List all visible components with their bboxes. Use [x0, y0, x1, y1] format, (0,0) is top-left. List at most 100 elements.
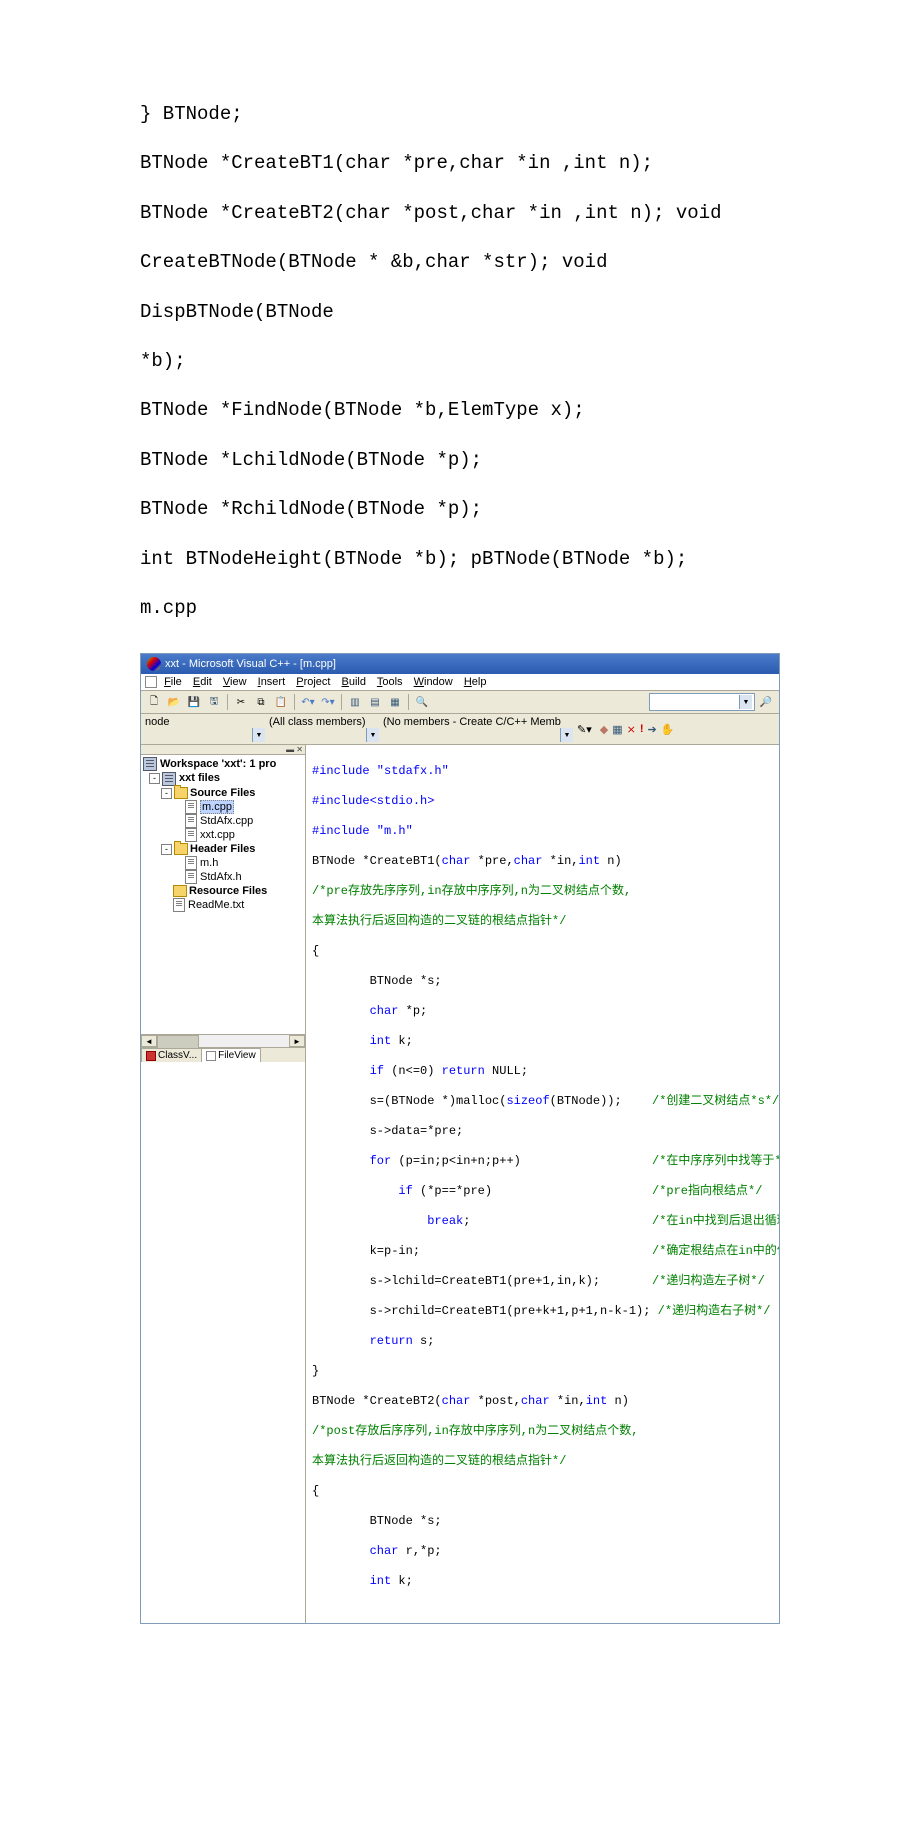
collapse-icon[interactable]: - [149, 773, 160, 784]
code-line: char *p; [312, 1004, 773, 1019]
source-label: Source Files [190, 787, 255, 799]
members-combo[interactable]: (All class members) ▼ [269, 716, 379, 742]
file-icon [185, 828, 197, 842]
horizontal-scrollbar[interactable]: ◄ ► [141, 1034, 305, 1047]
wand-icon[interactable]: ✎▾ [577, 723, 592, 736]
collapse-icon[interactable]: - [161, 788, 172, 799]
file-label: m.cpp [200, 800, 234, 814]
new-icon[interactable]: 🗋 [145, 693, 163, 711]
file-item[interactable]: ReadMe.txt [143, 898, 303, 912]
execute-icon[interactable]: ! [640, 723, 644, 735]
menu-insert[interactable]: Insert [258, 676, 286, 688]
code-line: BTNode *s; [312, 1514, 442, 1528]
build-icon[interactable]: ▦ [612, 723, 622, 736]
chevron-down-icon: ▼ [366, 728, 379, 742]
open-icon[interactable]: 📂 [165, 693, 183, 711]
code-line: if (n<=0) return NULL; [312, 1064, 773, 1079]
project-icon [162, 772, 176, 786]
menu-window[interactable]: Window [414, 676, 453, 688]
title-bar[interactable]: xxt - Microsoft Visual C++ - [m.cpp] [141, 654, 779, 674]
stop-build-icon[interactable]: ⨯ [627, 723, 636, 736]
redo-icon[interactable]: ↷▾ [319, 693, 337, 711]
window-list-icon[interactable]: ▦ [386, 693, 404, 711]
workspace-root[interactable]: Workspace 'xxt': 1 pro [143, 757, 303, 771]
tab-fileview[interactable]: FileView [201, 1048, 261, 1062]
file-label: ReadMe.txt [188, 899, 244, 911]
project-node[interactable]: -xxt files [143, 771, 303, 785]
scroll-thumb[interactable] [157, 1035, 199, 1049]
file-item[interactable]: StdAfx.h [143, 870, 303, 884]
menu-project[interactable]: Project [296, 676, 330, 688]
compile-icon[interactable]: ◆ [600, 723, 608, 736]
workspace-label: Workspace 'xxt': 1 pro [160, 758, 276, 770]
doc-line: BTNode *LchildNode(BTNode *p); [140, 436, 780, 485]
create-label: (No members - Create C/C++ Memb [383, 716, 561, 728]
workspace-icon[interactable]: ▥ [346, 693, 364, 711]
scroll-right-icon[interactable]: ► [289, 1035, 305, 1047]
menu-help[interactable]: Help [464, 676, 487, 688]
scope-label: node [145, 716, 169, 728]
tab-classview[interactable]: ClassV... [141, 1048, 202, 1062]
save-all-icon[interactable]: 🖫 [205, 693, 223, 711]
app-icon [147, 657, 161, 671]
breakpoint-icon[interactable]: ✋ [661, 723, 675, 736]
copy-icon[interactable]: ⧉ [252, 693, 270, 711]
code-line: k=p-in;/*确定根结点在in中的位置*/ [312, 1244, 773, 1259]
chevron-down-icon: ▼ [252, 728, 265, 742]
code-line: { [312, 944, 319, 958]
resource-folder[interactable]: Resource Files [143, 884, 303, 898]
find-combo[interactable]: ▼ [649, 693, 755, 711]
file-item[interactable]: m.cpp [143, 800, 303, 814]
file-label: StdAfx.cpp [200, 815, 253, 827]
menu-edit[interactable]: Edit [193, 676, 212, 688]
fileview-icon [206, 1051, 216, 1061]
workspace-panel: ▬ ✕ Workspace 'xxt': 1 pro -xxt files - S… [141, 745, 306, 1623]
menu-view[interactable]: View [223, 676, 247, 688]
file-item[interactable]: StdAfx.cpp [143, 814, 303, 828]
save-icon[interactable]: 💾 [185, 693, 203, 711]
code-line: for (p=in;p<in+n;p++)/*在中序序列中找等于*ppos的位置… [312, 1154, 773, 1169]
panel-grip[interactable]: ▬ ✕ [141, 745, 305, 755]
folder-icon [173, 885, 187, 897]
output-icon[interactable]: ▤ [366, 693, 384, 711]
wizard-toolbar: node ▼ (All class members) ▼ (No members… [141, 714, 779, 745]
code-line: break;/*在in中找到后退出循环*/ [312, 1214, 773, 1229]
menu-build[interactable]: Build [342, 676, 366, 688]
undo-icon[interactable]: ↶▾ [299, 693, 317, 711]
scroll-track[interactable] [157, 1035, 289, 1047]
folder-open-icon [174, 843, 188, 855]
doc-line: CreateBTNode(BTNode * &b,char *str); voi… [140, 238, 780, 337]
cut-icon[interactable]: ✂ [232, 693, 250, 711]
collapse-icon[interactable]: - [161, 844, 172, 855]
code-line: int k; [312, 1574, 773, 1589]
file-label: StdAfx.h [200, 871, 242, 883]
go-icon[interactable]: ➔ [648, 723, 657, 736]
find-in-files-icon[interactable]: 🔍 [413, 693, 431, 711]
source-folder[interactable]: - Source Files [143, 786, 303, 800]
document-text: } BTNode; BTNode *CreateBT1(char *pre,ch… [0, 0, 920, 653]
code-line: s->data=*pre; [312, 1124, 463, 1138]
create-combo[interactable]: (No members - Create C/C++ Memb ▼ [383, 716, 573, 742]
file-label: xxt.cpp [200, 829, 235, 841]
tab-label: FileView [218, 1050, 256, 1061]
header-folder[interactable]: -Header Files [143, 842, 303, 856]
menu-tools[interactable]: Tools [377, 676, 403, 688]
file-item[interactable]: m.h [143, 856, 303, 870]
doc-line: BTNode *CreateBT2(char *post,char *in ,i… [140, 189, 780, 238]
find-icon[interactable]: 🔎 [757, 693, 775, 711]
code-line: { [312, 1484, 319, 1498]
code-line: #include<stdio.h> [312, 794, 434, 808]
file-icon [185, 800, 197, 814]
scope-combo[interactable]: node ▼ [145, 716, 265, 742]
file-item[interactable]: xxt.cpp [143, 828, 303, 842]
chevron-down-icon: ▼ [560, 728, 573, 742]
scroll-left-icon[interactable]: ◄ [141, 1035, 157, 1047]
file-icon [185, 814, 197, 828]
menu-file[interactable]: File [164, 676, 182, 688]
code-line: } [312, 1364, 319, 1378]
ide-window: xxt - Microsoft Visual C++ - [m.cpp] Fil… [140, 653, 780, 1624]
paste-icon[interactable]: 📋 [272, 693, 290, 711]
code-editor[interactable]: #include "stdafx.h" #include<stdio.h> #i… [306, 745, 779, 1623]
doc-line: m.cpp [140, 584, 780, 633]
doc-line: } BTNode; [140, 90, 780, 139]
